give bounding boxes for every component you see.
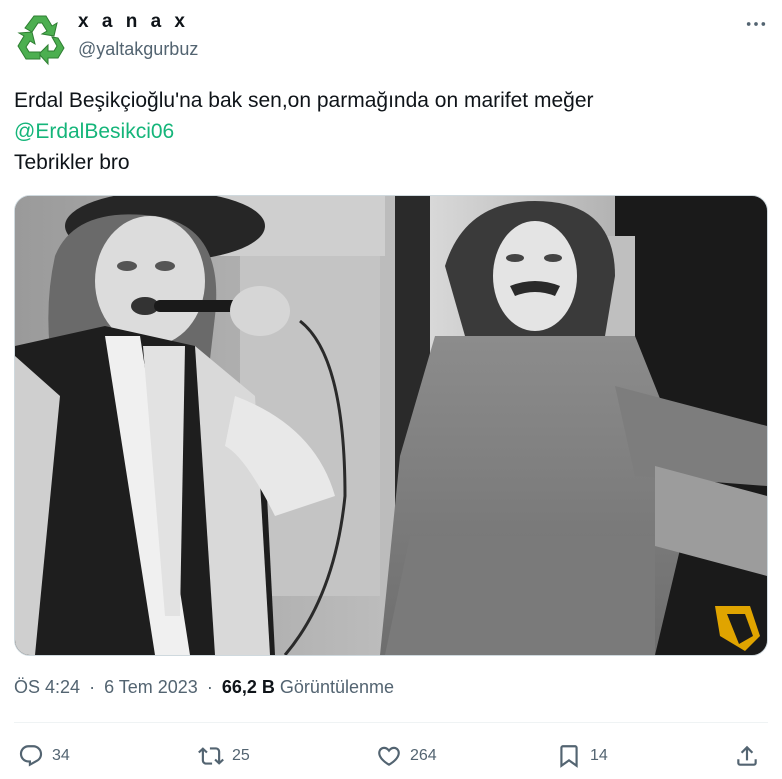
tweet-text: Erdal Beşikçioğlu'na bak sen,on parmağın… — [14, 85, 754, 178]
reply-icon — [19, 745, 43, 767]
user-handle[interactable]: @yaltakgurbuz — [78, 39, 198, 60]
video-frame — [15, 196, 767, 655]
retweet-icon — [198, 747, 224, 765]
mention-link[interactable]: @ErdalBesikci06 — [14, 116, 754, 147]
tweet-text-line: Tebrikler bro — [14, 151, 130, 174]
retweet-count: 25 — [232, 747, 250, 764]
more-options-button[interactable] — [744, 12, 768, 36]
reply-count: 34 — [52, 747, 70, 764]
more-horizontal-icon — [746, 22, 766, 26]
bookmark-icon — [560, 745, 578, 768]
share-icon — [737, 745, 757, 766]
avatar[interactable] — [12, 10, 68, 66]
reply-button[interactable]: 34 — [18, 740, 70, 772]
tweet-text-line: Erdal Beşikçioğlu'na bak sen,on parmağın… — [14, 89, 594, 112]
tweet-meta: ÖS 4:24 · 6 Tem 2023 · 66,2 B Görüntülen… — [14, 677, 394, 698]
heart-icon — [378, 746, 400, 766]
share-button[interactable] — [734, 740, 760, 772]
views-label: Görüntülenme — [279, 677, 394, 697]
recycle-icon — [17, 15, 65, 66]
retweet-button[interactable]: 25 — [198, 740, 250, 772]
meta-separator: · — [89, 677, 96, 697]
display-name[interactable]: x a n a x — [78, 11, 189, 33]
tweet-time[interactable]: ÖS 4:24 — [14, 677, 80, 697]
tweet-video[interactable] — [14, 195, 768, 656]
divider — [14, 722, 768, 723]
bookmark-button[interactable]: 14 — [556, 740, 608, 772]
like-count: 264 — [410, 747, 437, 764]
bookmark-count: 14 — [590, 747, 608, 764]
meta-separator: · — [206, 677, 213, 697]
like-button[interactable]: 264 — [376, 740, 437, 772]
tweet-date[interactable]: 6 Tem 2023 — [104, 677, 198, 697]
views-count[interactable]: 66,2 B — [222, 677, 275, 697]
